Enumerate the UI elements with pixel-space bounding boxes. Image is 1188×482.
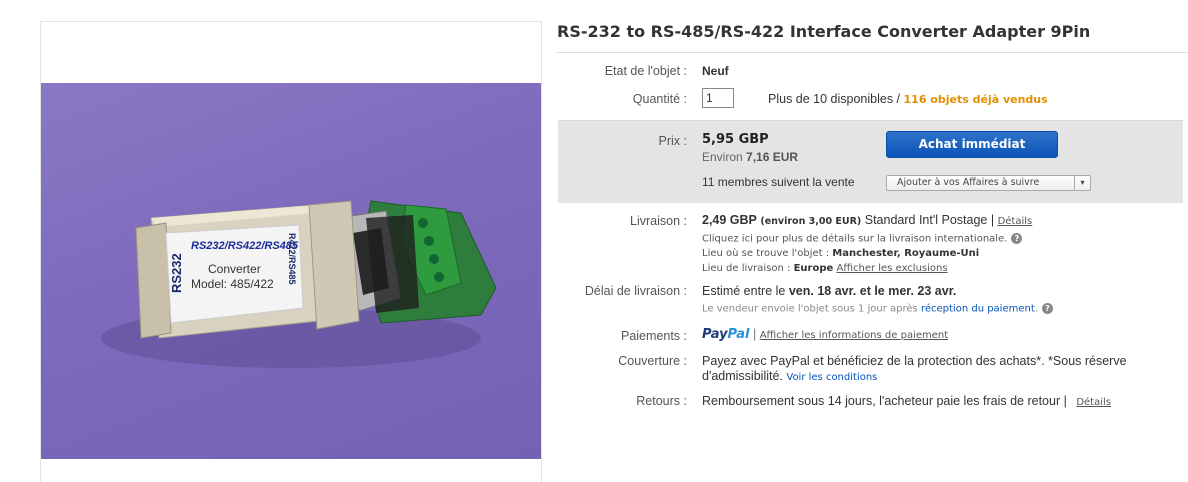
item-details: RS-232 to RS-485/RS-422 Interface Conver… [557,0,1188,482]
ship-to-value: Europe [793,263,834,274]
converter-illustration: RS232 RS232/RS422/RS485 Converter Model:… [101,200,497,368]
coverage-line1: Payez avec PayPal et bénéficiez de la pr… [702,354,1127,368]
coverage-line2: d'admissibilité. Voir les conditions [702,369,877,383]
delivery-prefix: Estimé entre le [702,284,786,298]
location-value: Manchester, Royaume-Uni [832,248,980,259]
shipping-line: 2,49 GBP (environ 3,00 EUR) Standard Int… [702,213,1032,227]
ship-to: Lieu de livraison : Europe Afficher les … [702,263,948,274]
paypal-logo: PayPal [702,327,750,342]
shipping-cost: 2,49 GBP [702,213,757,227]
intl-note-text[interactable]: Cliquez ici pour plus de détails sur la … [702,234,1007,245]
title-divider [557,52,1188,53]
add-to-watchlist-button[interactable]: Ajouter à vos Affaires à suivre ▾ [886,175,1091,191]
quantity-availability: Plus de 10 disponibles / 116 objets déjà… [768,92,1048,106]
chevron-down-icon[interactable]: ▾ [1074,176,1090,190]
photo-converter-text: Converter [208,262,261,276]
watch-button-label: Ajouter à vos Affaires à suivre [897,177,1040,188]
price-label: Prix : [658,134,687,148]
dispatch-note: Le vendeur envoie l'objet sous 1 jour ap… [702,303,1053,315]
shipping-approx: (environ 3,00 EUR) [760,216,862,227]
quantity-label: Quantité : [632,92,687,106]
ship-to-label: Lieu de livraison : [702,263,791,274]
payments-line: PayPal | Afficher les informations de pa… [702,327,948,342]
conditions-link[interactable]: Voir les conditions [786,372,877,383]
shipping-details-link[interactable]: Détails [998,216,1033,227]
shipping-label: Livraison : [630,214,687,228]
price-box: Prix : 5,95 GBP Environ 7,16 EUR 11 memb… [558,120,1183,203]
available-text: Plus de 10 disponibles / [768,92,901,106]
quantity-input[interactable] [702,88,734,108]
payments-label: Paiements : [620,329,687,343]
coverage-label: Couverture : [618,354,687,368]
dispatch-note-text: Le vendeur envoie l'objet sous 1 jour ap… [702,303,918,315]
product-photo[interactable]: RS232 RS232/RS422/RS485 Converter Model:… [41,83,541,459]
item-location: Lieu où se trouve l'objet : Manchester, … [702,248,979,259]
item-title: RS-232 to RS-485/RS-422 Interface Conver… [557,22,1091,41]
delivery-label: Délai de livraison : [584,284,687,298]
buy-now-button[interactable]: Achat immédiat [886,131,1058,158]
returns-text: Remboursement sous 14 jours, l'acheteur … [702,394,1067,408]
price-value: 5,95 GBP [702,132,769,147]
payment-received-link[interactable]: réception du paiement [921,304,1035,315]
condition-label: Etat de l'objet : [604,64,687,78]
help-icon[interactable]: ? [1041,303,1053,314]
photo-side-text: R422/RS485 [287,233,297,285]
exclusions-link[interactable]: Afficher les exclusions [836,263,947,274]
payments-separator: | [752,327,757,341]
dispatch-note-end: . [1034,303,1038,315]
location-label: Lieu où se trouve l'objet : [702,248,830,259]
intl-shipping-note: Cliquez ici pour plus de détails sur la … [702,233,1023,245]
payment-info-link[interactable]: Afficher les informations de paiement [760,330,948,341]
help-icon[interactable]: ? [1011,233,1023,244]
photo-rs232-text: RS232 [169,253,184,293]
shipping-service: Standard Int'l Postage | [864,213,995,227]
price-approx-value: 7,16 EUR [746,150,799,164]
delivery-estimate: Estimé entre le ven. 18 avr. et le mer. … [702,284,956,298]
photo-models-text: RS232/RS422/RS485 [191,240,299,252]
returns-line: Remboursement sous 14 jours, l'acheteur … [702,394,1111,408]
price-approx-prefix: Environ [702,150,743,164]
watchers-count: 11 membres suivent la vente [702,175,855,189]
returns-details-link[interactable]: Détails [1076,397,1111,408]
price-approx: Environ 7,16 EUR [702,150,798,164]
condition-value: Neuf [702,64,729,78]
delivery-dates: ven. 18 avr. et le mer. 23 avr. [788,284,957,298]
product-image-panel: RS232 RS232/RS422/RS485 Converter Model:… [40,21,542,482]
returns-label: Retours : [636,394,687,408]
photo-model-text: Model: 485/422 [191,277,274,291]
sold-count: 116 objets déjà vendus [903,93,1048,106]
coverage-line2-text: d'admissibilité. [702,369,783,383]
